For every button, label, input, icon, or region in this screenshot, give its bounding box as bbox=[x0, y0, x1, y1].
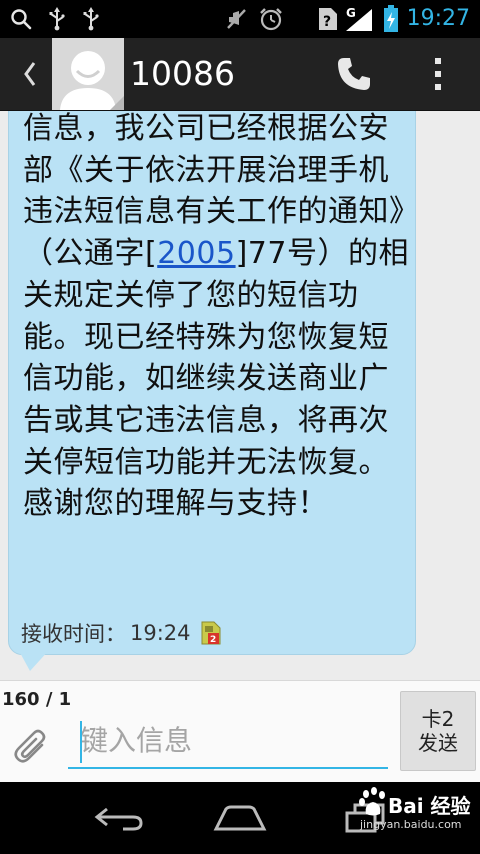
compose-bar: 160 / 1 卡2 发送 bbox=[0, 680, 480, 783]
signal-icon: G bbox=[342, 0, 376, 38]
usb-icon bbox=[44, 0, 70, 38]
svg-text:G: G bbox=[346, 6, 356, 20]
svg-text:?: ? bbox=[323, 14, 331, 30]
text-cursor bbox=[80, 721, 82, 763]
message-list[interactable]: 信息，我公司已经根据公安部《关于依法开展治理手机违法短信息有关工作的通知》（公通… bbox=[0, 111, 480, 680]
watermark-url: jingyan.baidu.com bbox=[360, 818, 462, 831]
search-icon bbox=[6, 0, 36, 38]
svg-text:2: 2 bbox=[210, 635, 216, 645]
send-button[interactable]: 卡2 发送 bbox=[400, 691, 476, 771]
received-info: 接收时间： 19:24 2 bbox=[21, 618, 221, 648]
send-button-sim-label: 卡2 bbox=[421, 707, 455, 731]
character-counter: 160 / 1 bbox=[2, 689, 72, 710]
phone-icon[interactable] bbox=[330, 50, 378, 98]
back-icon[interactable] bbox=[18, 52, 42, 96]
received-label: 接收时间： bbox=[21, 622, 126, 646]
navigation-bar: Bai 经验 jingyan.baidu.com bbox=[0, 782, 480, 854]
send-button-label: 发送 bbox=[418, 731, 458, 755]
baidu-jingyan-watermark: Bai 经验 jingyan.baidu.com bbox=[358, 786, 478, 850]
mute-icon bbox=[222, 0, 252, 38]
received-time: 19:24 bbox=[130, 621, 191, 645]
message-bubble[interactable]: 信息，我公司已经根据公安部《关于依法开展治理手机违法短信息有关工作的通知》（公通… bbox=[8, 111, 416, 655]
message-body: 信息，我公司已经根据公安部《关于依法开展治理手机违法短信息有关工作的通知》（公通… bbox=[23, 111, 415, 525]
clock: 19:27 bbox=[406, 6, 470, 31]
contact-avatar[interactable] bbox=[52, 38, 124, 110]
no-sim-icon: ? bbox=[314, 0, 342, 38]
conversation-title: 10086 bbox=[130, 54, 235, 93]
message-link[interactable]: 2005 bbox=[157, 236, 235, 271]
battery-charging-icon bbox=[380, 0, 402, 38]
home-icon[interactable] bbox=[205, 796, 275, 840]
back-icon[interactable] bbox=[84, 796, 154, 840]
alarm-icon bbox=[256, 0, 286, 38]
paperclip-icon[interactable] bbox=[10, 725, 54, 769]
message-input[interactable] bbox=[68, 713, 388, 769]
bubble-tail bbox=[18, 649, 50, 671]
usb-icon bbox=[78, 0, 104, 38]
sim-card-2-icon: 2 bbox=[201, 621, 221, 645]
message-text: ]77号）的相关规定关停了您的短信功能。现已经特殊为您恢复短信功能，如继续发送商… bbox=[23, 236, 409, 522]
overflow-menu-icon[interactable] bbox=[420, 50, 456, 98]
action-bar: 10086 bbox=[0, 38, 480, 111]
watermark-text: Bai 经验 bbox=[388, 794, 471, 818]
status-bar: ? G 19:27 bbox=[0, 0, 480, 38]
